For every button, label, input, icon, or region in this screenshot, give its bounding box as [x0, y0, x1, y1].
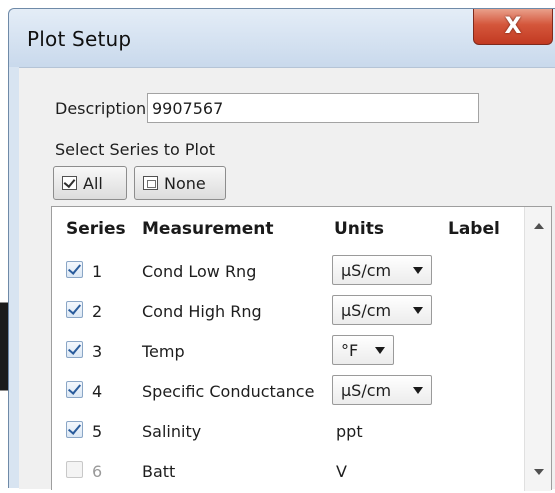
header-units: Units — [334, 219, 384, 239]
units-dropdown[interactable]: µS/cm — [332, 295, 432, 325]
table-row: 6 Batt V — [52, 453, 522, 493]
series-number: 4 — [92, 382, 103, 401]
measurement-name: Temp — [142, 342, 185, 361]
measurement-name: Cond High Rng — [142, 302, 262, 321]
series-4-checkbox[interactable] — [66, 381, 83, 398]
measurement-name: Batt — [142, 462, 176, 481]
scroll-down-arrow-icon[interactable] — [534, 469, 544, 475]
select-none-label: None — [164, 173, 206, 193]
series-6-checkbox[interactable] — [66, 461, 83, 478]
close-icon: X — [504, 14, 522, 39]
select-all-label: All — [83, 173, 103, 193]
chevron-down-icon — [375, 346, 385, 354]
series-number: 2 — [92, 302, 103, 321]
description-label: Description: — [55, 99, 152, 118]
measurement-name: Specific Conductance — [142, 382, 315, 401]
checkbox-empty-icon — [143, 176, 158, 190]
dialog-content: Description: Select Series to Plot All N… — [19, 67, 555, 493]
units-value: µS/cm — [341, 380, 392, 400]
checkbox-checked-icon — [62, 176, 77, 190]
header-series: Series — [66, 219, 126, 239]
units-dropdown[interactable]: µS/cm — [332, 375, 432, 405]
close-button[interactable]: X — [473, 9, 553, 45]
measurement-name: Salinity — [142, 422, 202, 441]
units-value: µS/cm — [341, 260, 392, 280]
series-2-checkbox[interactable] — [66, 301, 83, 318]
series-5-checkbox[interactable] — [66, 421, 83, 438]
measurement-name: Cond Low Rng — [142, 262, 257, 281]
table-row: 2 Cond High Rng µS/cm — [52, 293, 522, 333]
scroll-up-arrow-icon[interactable] — [534, 223, 544, 229]
series-table: Series Measurement Units Label 1 Cond Lo… — [51, 206, 552, 493]
series-number: 6 — [92, 462, 103, 481]
table-row: 3 Temp °F — [52, 333, 522, 373]
series-number: 1 — [92, 262, 103, 281]
series-number: 5 — [92, 422, 103, 441]
header-measurement: Measurement — [142, 219, 274, 239]
chevron-down-icon — [413, 306, 423, 314]
units-dropdown[interactable]: µS/cm — [332, 255, 432, 285]
units-value: ppt — [336, 422, 363, 441]
plot-setup-dialog: Plot Setup X Description: Select Series … — [8, 8, 555, 493]
units-value: µS/cm — [341, 300, 392, 320]
units-dropdown[interactable]: °F — [332, 335, 394, 365]
series-number: 3 — [92, 342, 103, 361]
table-row: 5 Salinity ppt — [52, 413, 522, 453]
units-value: V — [336, 462, 347, 481]
table-row: 1 Cond Low Rng µS/cm — [52, 253, 522, 293]
units-value: °F — [341, 340, 359, 360]
chevron-down-icon — [413, 266, 423, 274]
select-series-label: Select Series to Plot — [55, 140, 216, 159]
header-label: Label — [448, 219, 500, 239]
select-all-button[interactable]: All — [53, 166, 127, 200]
description-input[interactable] — [147, 93, 479, 123]
series-3-checkbox[interactable] — [66, 341, 83, 358]
table-row: 4 Specific Conductance µS/cm — [52, 373, 522, 413]
table-scrollbar[interactable] — [524, 207, 551, 491]
title-bar[interactable]: Plot Setup X — [9, 9, 555, 67]
series-1-checkbox[interactable] — [66, 261, 83, 278]
chevron-down-icon — [413, 386, 423, 394]
dialog-title: Plot Setup — [27, 27, 132, 51]
select-none-button[interactable]: None — [134, 166, 226, 200]
